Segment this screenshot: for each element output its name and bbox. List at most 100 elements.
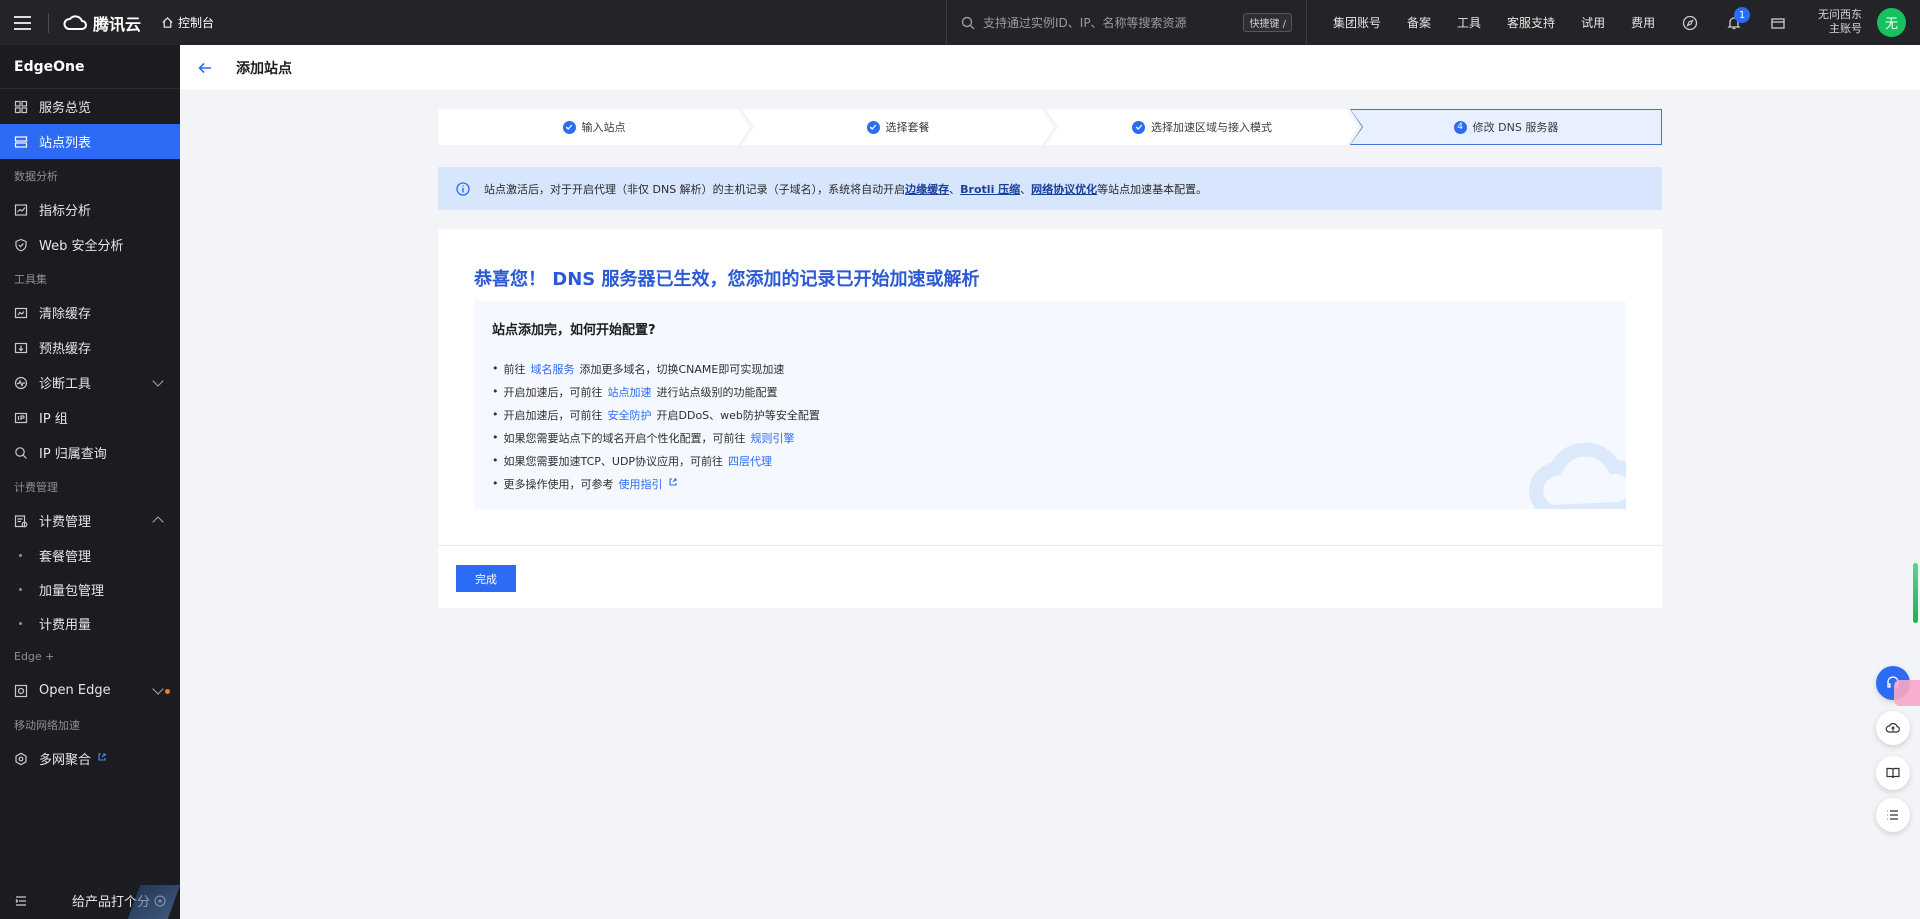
user-info[interactable]: 无问西东 主账号 bbox=[1818, 8, 1862, 36]
link-protocol-optimization[interactable]: 网络协议优化 bbox=[1031, 181, 1097, 197]
sidebar-menu: 服务总览 站点列表 数据分析 指标分析 Web 安全分析 工具集 清除缓存 预热缓存 诊断工具 I… bbox=[0, 89, 180, 776]
bell-icon[interactable]: 1 bbox=[1712, 0, 1756, 45]
guide-text: 前往 bbox=[503, 362, 526, 376]
guide-text: 进行站点级别的功能配置 bbox=[656, 385, 778, 399]
clear-cache-icon bbox=[14, 306, 28, 320]
promo-tag[interactable] bbox=[1894, 680, 1920, 706]
grid-icon bbox=[14, 100, 28, 114]
chevron-down-icon bbox=[152, 375, 164, 387]
success-heading: 恭喜您！ DNS 服务器已生效，您添加的记录已开始加速或解析 bbox=[474, 269, 980, 290]
sidebar-item[interactable]: 多网聚合 bbox=[0, 741, 180, 776]
sidebar-subitem[interactable]: 套餐管理 bbox=[0, 538, 180, 572]
collapse-icon[interactable] bbox=[14, 894, 28, 908]
sidebar-label: 套餐管理 bbox=[39, 549, 92, 565]
sidebar-subitem[interactable]: 加量包管理 bbox=[0, 572, 180, 606]
cloud-upload-icon[interactable] bbox=[1876, 711, 1910, 745]
scroll-indicator[interactable] bbox=[1913, 563, 1918, 623]
list-menu-icon[interactable] bbox=[1876, 798, 1910, 832]
sidebar-label: 加量包管理 bbox=[39, 583, 105, 599]
sidebar-item[interactable]: Web 安全分析 bbox=[0, 227, 180, 262]
guide-link[interactable]: 四层代理 bbox=[728, 453, 772, 469]
sidebar-item[interactable]: 服务总览 bbox=[0, 89, 180, 124]
guide-panel: 站点添加完，如何开始配置? 前往域名服务添加更多域名，切换CNAME即可实现加速… bbox=[474, 301, 1626, 509]
guide-link[interactable]: 域名服务 bbox=[531, 361, 575, 377]
step-number: 4 bbox=[1453, 120, 1467, 134]
link-edge-cache[interactable]: 边缘缓存 bbox=[905, 181, 949, 197]
shortcut-hint: 快捷键 / bbox=[1243, 13, 1292, 32]
prefetch-icon bbox=[14, 341, 28, 355]
open-edge-icon bbox=[14, 684, 28, 698]
page-title: 添加站点 bbox=[236, 60, 292, 77]
search-placeholder: 支持通过实例ID、IP、名称等搜索资源 bbox=[983, 16, 1187, 30]
sidebar-item[interactable]: IP 归属查询 bbox=[0, 435, 180, 470]
sidebar-label: 服务总览 bbox=[39, 101, 92, 116]
step-indicator: 输入站点 选择套餐 选择加速区域与接入模式 4 修改 DNS 服务器 bbox=[438, 109, 1662, 145]
sidebar-footer: 给产品打个分 bbox=[0, 882, 181, 919]
sidebar-group-label: 移动网络加速 bbox=[0, 708, 180, 741]
step-1[interactable]: 输入站点 bbox=[438, 109, 750, 145]
link-brotli[interactable]: Brotli 压缩 bbox=[960, 181, 1020, 197]
sidebar-label: 多网聚合 bbox=[39, 753, 92, 768]
link-group-account[interactable]: 集团账号 bbox=[1333, 14, 1381, 31]
guide-text: 更多操作使用，可参考 bbox=[503, 477, 614, 491]
step-4[interactable]: 4 修改 DNS 服务器 bbox=[1350, 109, 1662, 145]
sidebar-item[interactable]: Open Edge bbox=[0, 673, 180, 708]
back-arrow-icon[interactable] bbox=[180, 45, 230, 90]
new-dot-indicator bbox=[165, 689, 170, 694]
result-card: 恭喜您！ DNS 服务器已生效，您添加的记录已开始加速或解析 站点添加完，如何开… bbox=[438, 229, 1662, 608]
guide-list: 前往域名服务添加更多域名，切换CNAME即可实现加速开启加速后，可前往站点加速进… bbox=[492, 357, 820, 495]
brand-logo[interactable]: 腾讯云 bbox=[63, 11, 141, 35]
sidebar-group-label: Edge + bbox=[0, 640, 180, 673]
sidebar-item[interactable]: 站点列表 bbox=[0, 124, 180, 159]
step-3[interactable]: 选择加速区域与接入模式 bbox=[1046, 109, 1358, 145]
guide-link[interactable]: 规则引擎 bbox=[751, 430, 795, 446]
sidebar-item[interactable]: 计费管理 bbox=[0, 503, 180, 538]
sidebar-label: Edge + bbox=[14, 650, 55, 663]
link-tools[interactable]: 工具 bbox=[1457, 14, 1481, 31]
guide-link[interactable]: 安全防护 bbox=[608, 407, 652, 423]
sidebar-item[interactable]: 诊断工具 bbox=[0, 365, 180, 400]
cloud-logo-icon bbox=[63, 14, 87, 30]
sidebar-item[interactable]: 清除缓存 bbox=[0, 295, 180, 330]
step-2[interactable]: 选择套餐 bbox=[742, 109, 1054, 145]
link-trial[interactable]: 试用 bbox=[1581, 14, 1605, 31]
done-button[interactable]: 完成 bbox=[456, 565, 516, 592]
sidebar-label: 指标分析 bbox=[39, 204, 92, 219]
sidebar: EdgeOne 服务总览 站点列表 数据分析 指标分析 Web 安全分析 工具集 清除缓存预… bbox=[0, 45, 181, 919]
book-icon[interactable] bbox=[1876, 756, 1910, 790]
guide-title: 站点添加完，如何开始配置? bbox=[492, 323, 656, 338]
sidebar-label: Web 安全分析 bbox=[39, 239, 124, 254]
link-filing[interactable]: 备案 bbox=[1407, 14, 1431, 31]
guide-text: 如果您需要站点下的域名开启个性化配置，可前往 bbox=[503, 431, 746, 445]
sidebar-subitem[interactable]: 计费用量 bbox=[0, 606, 180, 640]
brand-name: 腾讯云 bbox=[93, 14, 142, 34]
global-search[interactable]: 支持通过实例ID、IP、名称等搜索资源 快捷键 / bbox=[946, 0, 1307, 45]
step-4-inner: 4 修改 DNS 服务器 bbox=[1351, 110, 1661, 144]
sidebar-group-label: 计费管理 bbox=[0, 470, 180, 503]
step-label: 修改 DNS 服务器 bbox=[1472, 121, 1559, 134]
sidebar-label: 工具集 bbox=[14, 272, 47, 286]
sidebar-item[interactable]: 预热缓存 bbox=[0, 330, 180, 365]
console-link[interactable]: 控制台 bbox=[161, 14, 214, 31]
guide-link[interactable]: 使用指引 bbox=[619, 476, 663, 492]
sidebar-label: 站点列表 bbox=[39, 136, 92, 151]
guide-text: 如果您需要加速TCP、UDP协议应用，可前往 bbox=[503, 454, 724, 468]
chevron-down-icon bbox=[152, 683, 164, 695]
external-link-icon[interactable] bbox=[668, 477, 678, 490]
sidebar-item[interactable]: IP 组 bbox=[0, 400, 180, 435]
link-billing[interactable]: 费用 bbox=[1631, 14, 1655, 31]
sidebar-item[interactable]: 指标分析 bbox=[0, 192, 180, 227]
avatar[interactable]: 无 bbox=[1877, 8, 1906, 37]
link-support[interactable]: 客服支持 bbox=[1507, 14, 1555, 31]
wallet-icon[interactable] bbox=[1756, 0, 1800, 45]
banner-text-prefix: 站点激活后，对于开启代理（非仅 DNS 解析）的主机记录（子域名），系统将自动开… bbox=[484, 182, 906, 196]
menu-icon[interactable] bbox=[0, 0, 44, 45]
compass-icon[interactable] bbox=[1668, 0, 1712, 45]
sidebar-label: 数据分析 bbox=[14, 169, 58, 183]
divider bbox=[48, 12, 49, 33]
sidebar-group-label: 工具集 bbox=[0, 262, 180, 295]
sidebar-label: Open Edge bbox=[39, 683, 111, 698]
diagnose-icon bbox=[14, 376, 28, 390]
guide-item: 开启加速后，可前往站点加速进行站点级别的功能配置 bbox=[492, 380, 820, 403]
guide-link[interactable]: 站点加速 bbox=[608, 384, 652, 400]
